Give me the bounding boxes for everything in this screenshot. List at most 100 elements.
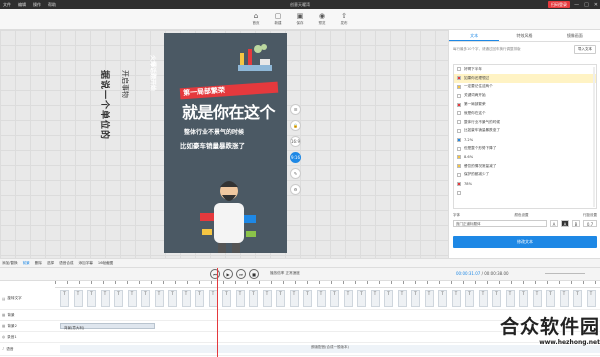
text-clip[interactable]: T bbox=[586, 290, 596, 307]
text-clip[interactable]: T bbox=[411, 290, 420, 307]
menu-action[interactable]: 操作 bbox=[33, 2, 41, 8]
tool-delete[interactable]: 删除 bbox=[35, 261, 42, 266]
text-clip[interactable]: T bbox=[546, 290, 555, 307]
close-icon[interactable]: ✕ bbox=[594, 2, 598, 8]
text-clip[interactable]: T bbox=[249, 290, 258, 307]
text-clip[interactable]: T bbox=[222, 290, 231, 307]
text-clip[interactable]: T bbox=[438, 290, 447, 307]
text-line-item[interactable]: 一定要记住这两个 bbox=[454, 83, 596, 92]
text-clip[interactable]: T bbox=[519, 290, 528, 307]
text-clip[interactable]: T bbox=[397, 290, 407, 307]
text-line-item[interactable]: 餐饮的情况常量减了 bbox=[454, 162, 596, 171]
headline-main[interactable]: 就是你在这个 bbox=[182, 99, 276, 123]
color-swatch[interactable] bbox=[457, 128, 461, 133]
import-text-button[interactable]: 导入文本 bbox=[574, 45, 596, 54]
toolbar-home-button[interactable]: ⌂ 首页 bbox=[247, 9, 265, 29]
text-line-item[interactable]: 第一局部繁荣 bbox=[454, 100, 596, 109]
text-line-item[interactable]: 比如豪车销量暴跌涨了 bbox=[454, 127, 596, 136]
headline-banner[interactable]: 第一局部繁荣 bbox=[179, 81, 279, 100]
editor-canvas[interactable]: 据说一个单位的 开启事物 火爆话题开始 第一局部繁荣 就是你在这个 整体行业不景… bbox=[0, 30, 448, 258]
text-clip[interactable]: T bbox=[505, 290, 515, 307]
play-icon[interactable]: ▶ bbox=[223, 269, 233, 279]
layers-icon[interactable]: ☰ bbox=[290, 104, 301, 115]
maximize-icon[interactable]: □ bbox=[584, 2, 589, 8]
text-clip[interactable]: T bbox=[424, 290, 434, 307]
text-clip[interactable]: T bbox=[465, 290, 474, 307]
bg-clip[interactable]: 背景(意大利) bbox=[60, 323, 155, 330]
stop-icon[interactable]: ■ bbox=[249, 269, 259, 279]
timeline-zoom-slider[interactable] bbox=[545, 273, 585, 274]
prev-frame-icon[interactable]: ⏮ bbox=[210, 269, 220, 279]
subtitle-line-2[interactable]: 比如豪车销量暴跌涨了 bbox=[180, 140, 245, 150]
font-color-button[interactable]: A bbox=[550, 220, 558, 227]
text-clip[interactable]: T bbox=[330, 290, 339, 307]
color-swatch[interactable] bbox=[457, 190, 461, 195]
color-swatch[interactable] bbox=[457, 181, 461, 186]
text-clip[interactable]: T bbox=[181, 290, 191, 307]
color-swatch[interactable] bbox=[457, 111, 461, 116]
text-clip[interactable]: T bbox=[289, 290, 299, 307]
tab-text[interactable]: 文本 bbox=[449, 30, 500, 41]
tab-mirror[interactable]: 镜像画面 bbox=[550, 30, 600, 41]
text-clip[interactable]: T bbox=[370, 290, 380, 307]
text-clip[interactable]: T bbox=[343, 290, 353, 307]
text-clip[interactable]: T bbox=[532, 290, 542, 307]
text-line-item[interactable] bbox=[454, 188, 596, 197]
video-preview-frame[interactable]: 火爆话题开始 第一局部繁荣 就是你在这个 整体行业不景气的时候 比如豪车销量暴跌… bbox=[149, 33, 287, 253]
text-clip[interactable]: T bbox=[87, 290, 96, 307]
settings-icon[interactable]: ⚙ bbox=[290, 184, 301, 195]
canvas-side-text-2[interactable]: 开启事物 bbox=[120, 70, 130, 98]
playhead[interactable] bbox=[217, 268, 218, 357]
font-highlight-button[interactable]: A bbox=[561, 220, 569, 227]
text-line-item[interactable]: 7.2% bbox=[454, 135, 596, 144]
color-swatch[interactable] bbox=[457, 172, 461, 177]
text-clip[interactable]: T bbox=[127, 290, 137, 307]
tool-add-replace[interactable]: 添加/替换 bbox=[2, 261, 18, 266]
text-clip[interactable]: T bbox=[60, 290, 69, 307]
minimize-icon[interactable]: — bbox=[574, 2, 579, 8]
text-clip[interactable]: T bbox=[141, 290, 150, 307]
text-clip[interactable]: T bbox=[384, 290, 393, 307]
toolbar-save-button[interactable]: ▣ 保存 bbox=[291, 9, 309, 29]
text-line-item[interactable]: 关键词两开始 bbox=[454, 91, 596, 100]
text-clip[interactable]: T bbox=[451, 290, 461, 307]
text-clip[interactable]: T bbox=[114, 290, 123, 307]
color-swatch[interactable] bbox=[457, 93, 461, 98]
text-clip[interactable]: T bbox=[303, 290, 312, 307]
font-select[interactable]: 庞门正道标题体 bbox=[453, 220, 547, 227]
lock-icon[interactable]: 🔒 bbox=[290, 120, 301, 131]
timeline-ruler[interactable] bbox=[55, 281, 600, 288]
text-line-item[interactable]: 就是你在这个 bbox=[454, 109, 596, 118]
tool-subtitle[interactable]: 添加字幕 bbox=[79, 261, 93, 266]
color-swatch[interactable] bbox=[457, 146, 461, 151]
menu-help[interactable]: 帮助 bbox=[48, 2, 56, 8]
color-swatch[interactable] bbox=[457, 164, 461, 169]
canvas-side-text[interactable]: 据说一个单位的 bbox=[99, 70, 112, 140]
toolbar-preview-button[interactable]: ◉ 预览 bbox=[313, 9, 331, 29]
text-clip[interactable]: T bbox=[195, 290, 204, 307]
color-swatch[interactable] bbox=[457, 67, 461, 72]
text-line-item[interactable]: 好啊下半年 bbox=[454, 65, 596, 74]
text-clip[interactable]: T bbox=[262, 290, 272, 307]
text-clip[interactable]: T bbox=[316, 290, 326, 307]
color-swatch[interactable] bbox=[457, 137, 461, 142]
text-clip[interactable]: T bbox=[276, 290, 285, 307]
text-line-item[interactable]: 整体行业不景气的时候 bbox=[454, 118, 596, 127]
line-spacing-input[interactable]: 0.7 bbox=[583, 220, 597, 227]
ratio-9-16-button[interactable]: 9:16 bbox=[290, 152, 301, 163]
tool-select[interactable]: 选择 bbox=[47, 261, 54, 266]
text-clip[interactable]: T bbox=[235, 290, 245, 307]
text-line-item[interactable]: 保护的都减少了 bbox=[454, 171, 596, 180]
color-swatch[interactable] bbox=[457, 120, 461, 125]
menu-file[interactable]: 文件 bbox=[3, 2, 11, 8]
login-button[interactable]: 扫码登录 bbox=[548, 1, 570, 8]
subtitle-line-1[interactable]: 整体行业不景气的时候 bbox=[184, 127, 244, 136]
toolbar-new-button[interactable]: ▢ 新建 bbox=[269, 9, 287, 29]
text-clip[interactable]: T bbox=[154, 290, 164, 307]
text-clip[interactable]: T bbox=[357, 290, 366, 307]
modify-text-button[interactable]: 修改文本 bbox=[453, 236, 597, 248]
color-swatch[interactable] bbox=[457, 155, 461, 160]
text-line-item[interactable]: 8.6% bbox=[454, 153, 596, 162]
rotated-caption[interactable]: 火爆话题开始 bbox=[149, 55, 158, 91]
text-line-item[interactable]: 78% bbox=[454, 179, 596, 188]
